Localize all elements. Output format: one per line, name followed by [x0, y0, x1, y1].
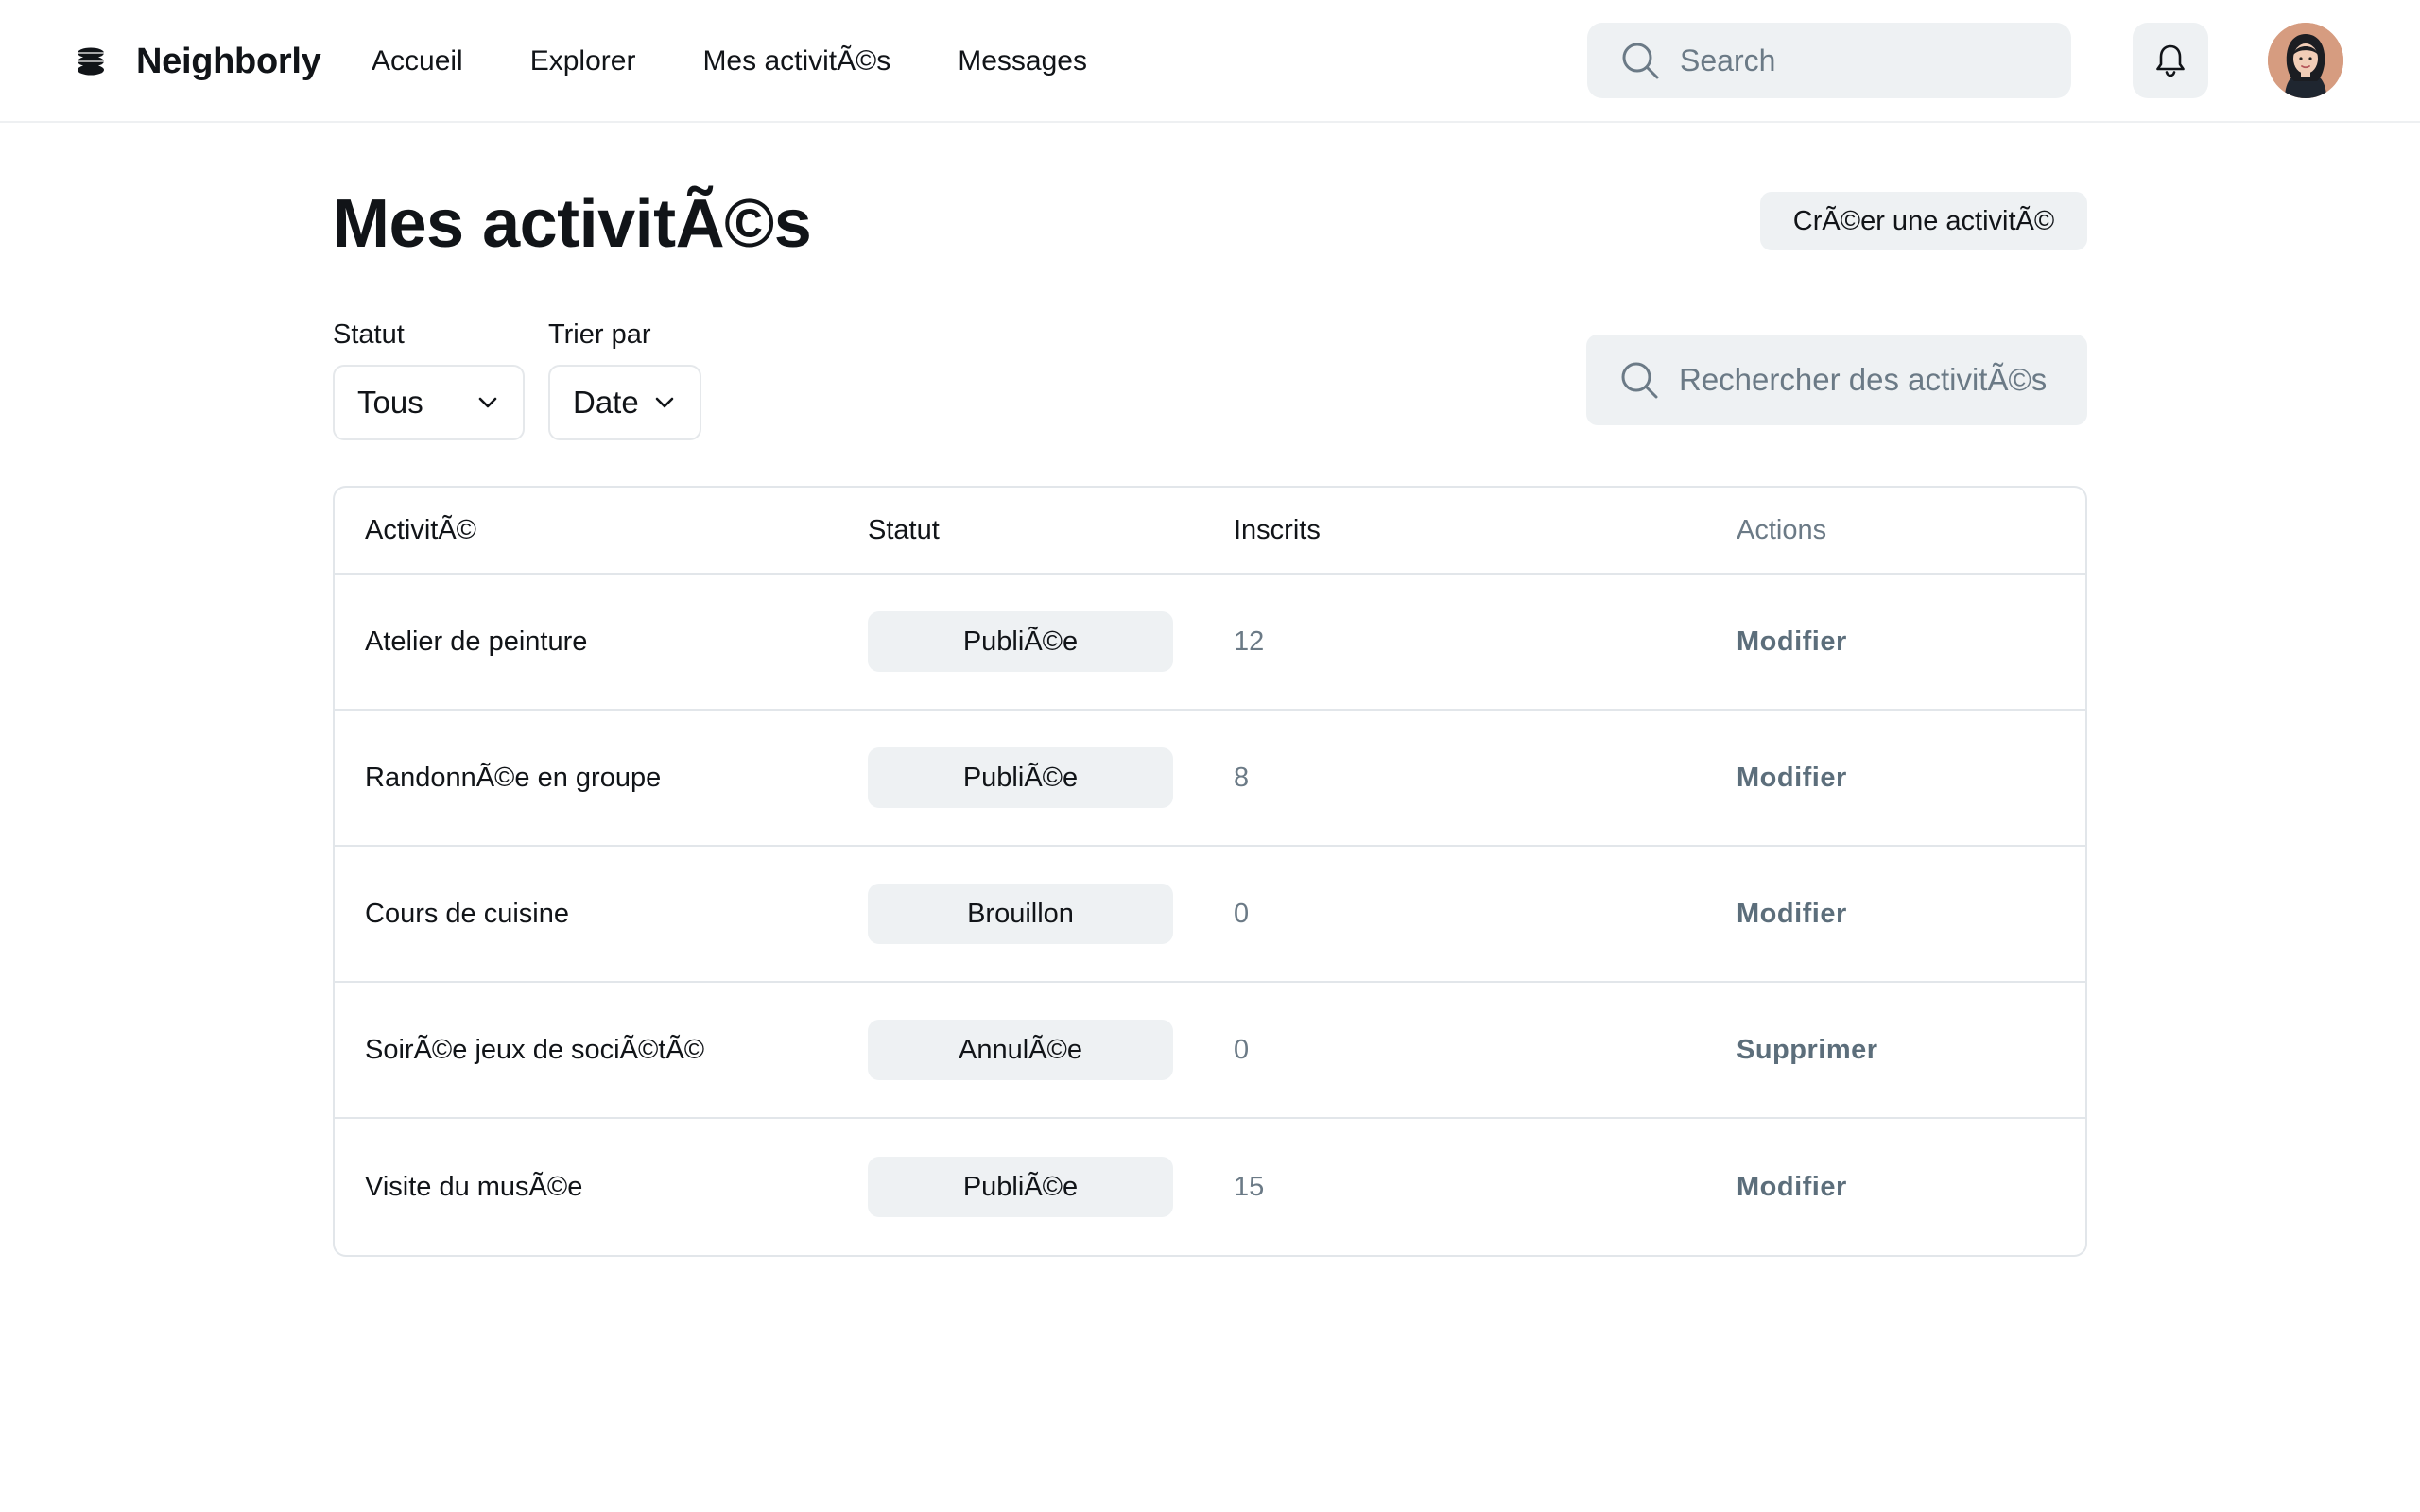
top-navigation-bar: Neighborly Accueil Explorer Mes activitÃ… [0, 0, 2420, 123]
main-nav: Accueil Explorer Mes activitÃ©s Messages [372, 36, 1154, 87]
table-header: ActivitÃ© Statut Inscrits Actions [335, 488, 2085, 575]
sort-filter: Trier par Date [548, 319, 701, 440]
table-row: Cours de cuisine Brouillon 0 Modifier [335, 847, 2085, 983]
status-badge: PubliÃ©e [868, 611, 1173, 672]
global-search-input[interactable]: Search [1587, 23, 2071, 98]
chevron-down-icon [655, 397, 674, 408]
status-badge: Brouillon [868, 884, 1173, 944]
delete-link[interactable]: Supprimer [1737, 1035, 1878, 1065]
edit-link[interactable]: Modifier [1737, 1172, 1847, 1202]
nav-item-explorer[interactable]: Explorer [530, 45, 636, 77]
search-icon [1622, 43, 1659, 79]
column-header-actions: Actions [1737, 514, 1827, 545]
avatar[interactable] [2268, 23, 2343, 98]
status-filter: Statut Tous [333, 319, 525, 440]
sort-select[interactable]: Date [548, 365, 701, 440]
edit-link[interactable]: Modifier [1737, 763, 1847, 793]
nav-item-mes-activites[interactable]: Mes activitÃ©s [702, 45, 890, 77]
table-row: Atelier de peinture PubliÃ©e 12 Modifier [335, 575, 2085, 711]
search-icon [1621, 362, 1658, 399]
brand-name: Neighborly [136, 41, 321, 81]
column-header-status: Statut [868, 514, 940, 545]
sort-select-value: Date [573, 385, 639, 420]
status-badge: AnnulÃ©e [868, 1020, 1173, 1080]
brand[interactable]: Neighborly [76, 36, 321, 87]
status-filter-label: Statut [333, 319, 405, 350]
status-badge: PubliÃ©e [868, 1157, 1173, 1217]
sort-filter-label: Trier par [548, 319, 651, 350]
activities-table: ActivitÃ© Statut Inscrits Actions Atelie… [333, 486, 2087, 1257]
status-select-value: Tous [357, 385, 424, 420]
activity-name: Visite du musÃ©e [365, 1171, 583, 1202]
status-select[interactable]: Tous [333, 365, 525, 440]
user-avatar-image [2268, 23, 2343, 98]
table-row: RandonnÃ©e en groupe PubliÃ©e 8 Modifier [335, 711, 2085, 847]
activity-name: Cours de cuisine [365, 898, 569, 929]
page-title: Mes activitÃ©s [333, 186, 812, 262]
activity-name: SoirÃ©e jeux de sociÃ©tÃ© [365, 1034, 705, 1065]
activity-name: Atelier de peinture [365, 626, 588, 657]
registered-count: 15 [1234, 1171, 1265, 1202]
activity-name: RandonnÃ©e en groupe [365, 762, 662, 793]
status-badge: PubliÃ©e [868, 747, 1173, 808]
notifications-button[interactable] [2133, 23, 2208, 98]
activity-search-input[interactable] [1679, 362, 2076, 398]
nav-item-accueil[interactable]: Accueil [372, 45, 463, 77]
table-row: SoirÃ©e jeux de sociÃ©tÃ© AnnulÃ©e 0 Sup… [335, 983, 2085, 1119]
logo-icon [78, 47, 104, 76]
create-activity-button[interactable]: CrÃ©er une activitÃ© [1760, 192, 2087, 250]
registered-count: 0 [1234, 898, 1250, 929]
global-search-placeholder: Search [1680, 43, 1776, 77]
bell-icon [2156, 44, 2185, 77]
registered-count: 8 [1234, 762, 1250, 793]
table-row: Visite du musÃ©e PubliÃ©e 15 Modifier [335, 1119, 2085, 1255]
registered-count: 12 [1234, 626, 1265, 657]
edit-link[interactable]: Modifier [1737, 899, 1847, 929]
nav-item-messages[interactable]: Messages [958, 45, 1087, 77]
edit-link[interactable]: Modifier [1737, 627, 1847, 657]
activity-search[interactable] [1586, 335, 2087, 425]
chevron-down-icon [478, 397, 497, 408]
column-header-activity: ActivitÃ© [365, 514, 477, 545]
column-header-registered: Inscrits [1234, 514, 1321, 545]
registered-count: 0 [1234, 1034, 1250, 1065]
